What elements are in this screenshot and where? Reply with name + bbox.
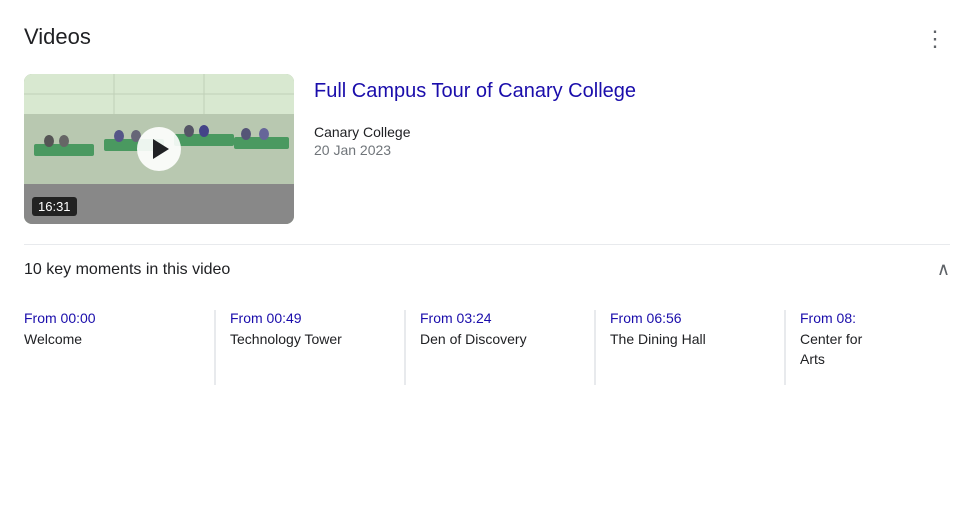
moment-item: From 03:24 Den of Discovery	[404, 310, 594, 385]
moments-row: From 00:00 Welcome From 00:49 Technology To…	[24, 310, 950, 385]
play-button[interactable]	[137, 127, 181, 171]
moment-timestamp[interactable]: From 08:	[800, 310, 868, 326]
video-card: 16:31 Full Campus Tour of Canary College…	[24, 74, 950, 224]
video-thumbnail[interactable]: 16:31	[24, 74, 294, 224]
video-channel: Canary College	[314, 124, 636, 140]
page-header: Videos ⋮	[24, 24, 950, 54]
moment-label: Center for Arts	[800, 330, 868, 369]
moment-label: Den of Discovery	[420, 330, 578, 350]
key-moments-header: 10 key moments in this video ∧	[24, 244, 950, 294]
play-icon	[153, 139, 169, 159]
key-moments-label: 10 key moments in this video	[24, 261, 230, 279]
moment-label: Welcome	[24, 330, 198, 350]
video-info: Full Campus Tour of Canary College Canar…	[314, 74, 636, 224]
video-duration: 16:31	[32, 197, 77, 216]
moment-timestamp[interactable]: From 06:56	[610, 310, 768, 326]
video-date: 20 Jan 2023	[314, 142, 636, 158]
moment-item: From 08: Center for Arts	[784, 310, 884, 385]
moment-label: Technology Tower	[230, 330, 388, 350]
page-title: Videos	[24, 24, 91, 50]
moment-label: The Dining Hall	[610, 330, 768, 350]
moment-item: From 00:49 Technology Tower	[214, 310, 404, 385]
moment-timestamp[interactable]: From 03:24	[420, 310, 578, 326]
more-options-icon[interactable]: ⋮	[920, 24, 950, 54]
moment-timestamp[interactable]: From 00:49	[230, 310, 388, 326]
moment-timestamp[interactable]: From 00:00	[24, 310, 198, 326]
moment-item: From 06:56 The Dining Hall	[594, 310, 784, 385]
video-title[interactable]: Full Campus Tour of Canary College	[314, 78, 636, 104]
collapse-icon[interactable]: ∧	[937, 259, 950, 280]
moment-item: From 00:00 Welcome	[24, 310, 214, 385]
